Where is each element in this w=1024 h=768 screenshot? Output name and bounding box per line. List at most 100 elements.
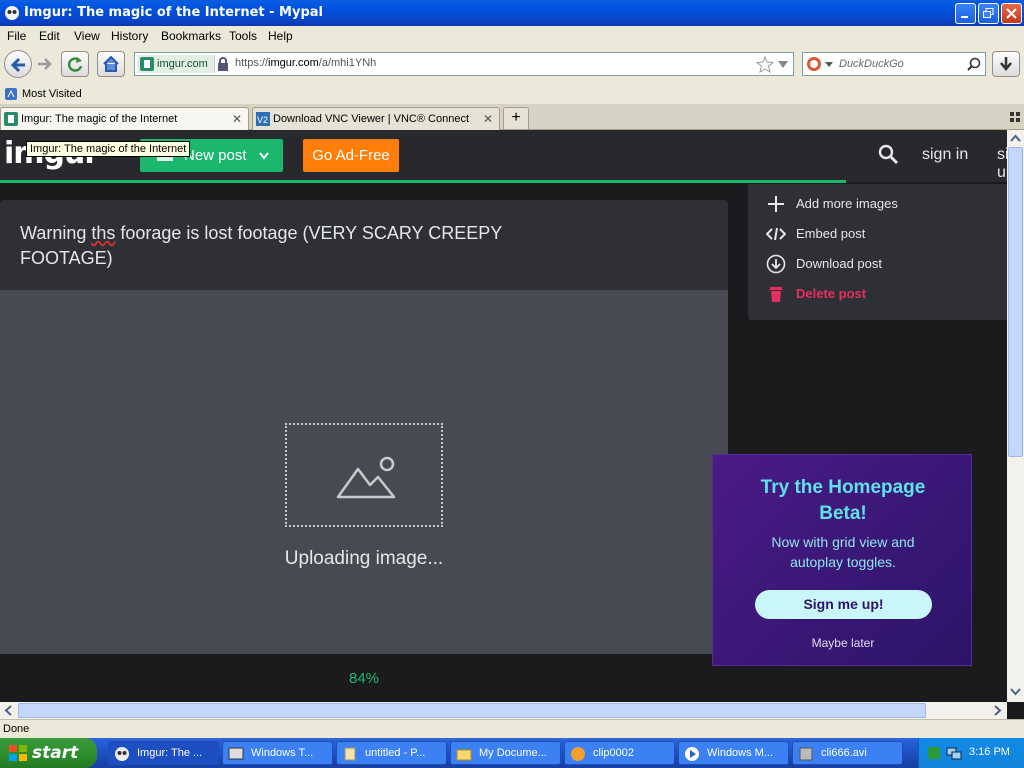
plus-icon	[768, 196, 784, 212]
mypal-icon	[115, 747, 129, 761]
menu-help[interactable]: Help	[268, 29, 293, 43]
horizontal-scroll-thumb[interactable]	[18, 703, 926, 718]
svg-text:V2: V2	[257, 115, 268, 125]
home-button[interactable]	[97, 51, 125, 77]
status-text: Done	[3, 723, 30, 735]
windows-taskbar: start Imgur: The ... Windows T... untitl…	[0, 738, 1024, 768]
video-file-icon	[799, 747, 813, 761]
taskbar-item-imgur[interactable]: Imgur: The ...	[108, 741, 219, 765]
history-dropdown-icon[interactable]	[778, 61, 788, 69]
forward-arrow-icon	[38, 58, 52, 70]
sign-me-up-button[interactable]: Sign me up!	[755, 590, 932, 619]
tab-close-icon[interactable]: ✕	[483, 112, 493, 126]
tray-app-icon[interactable]	[927, 746, 941, 760]
media-icon	[571, 747, 585, 761]
new-tab-button[interactable]: +	[503, 107, 529, 130]
vertical-scroll-thumb[interactable]	[1008, 147, 1023, 457]
lock-icon	[218, 57, 228, 71]
forward-button[interactable]	[35, 55, 53, 76]
code-icon	[766, 227, 786, 241]
misspelled-word: ths	[91, 223, 116, 243]
duckduckgo-icon[interactable]	[806, 56, 822, 72]
engine-dropdown-icon[interactable]	[825, 62, 833, 68]
taskbar-item-clip0002[interactable]: clip0002	[564, 741, 675, 765]
page-viewport: imgur New post Go Ad-Free sign in sign u…	[0, 130, 1007, 702]
tab-close-icon[interactable]: ✕	[232, 112, 242, 126]
imgur-favicon-icon	[140, 57, 154, 71]
image-placeholder	[285, 423, 443, 527]
bookmarks-toolbar: Most Visited	[0, 84, 1024, 104]
site-badge-label: imgur.com	[157, 58, 208, 70]
upload-percent: 84%	[348, 670, 380, 687]
menu-bookmarks[interactable]: Bookmarks	[161, 29, 221, 43]
menu-view[interactable]: View	[74, 29, 100, 43]
bookmark-star-icon[interactable]	[756, 56, 774, 73]
post-title[interactable]: Warning ths foorage is lost footage (VER…	[20, 221, 540, 271]
reload-button[interactable]	[61, 51, 89, 77]
downloads-button[interactable]	[992, 51, 1020, 77]
url-bar[interactable]: imgur.com https://imgur.com/a/mhi1YNh	[134, 52, 794, 76]
download-arrow-icon	[1000, 57, 1012, 71]
menu-file[interactable]: File	[7, 29, 26, 43]
minimize-button[interactable]	[955, 3, 976, 24]
menu-tools[interactable]: Tools	[229, 29, 257, 43]
folder-icon	[456, 749, 472, 761]
tab-imgur[interactable]: Imgur: The magic of the Internet ✕	[0, 107, 249, 130]
search-bar[interactable]: DuckDuckGo	[802, 52, 986, 76]
menu-history[interactable]: History	[111, 29, 148, 43]
scroll-down-icon[interactable]	[1010, 688, 1021, 696]
sign-in-link[interactable]: sign in	[922, 146, 968, 164]
tab-label: Imgur: The magic of the Internet	[21, 113, 178, 125]
tab-vnc[interactable]: V2 Download VNC Viewer | VNC® Connect ✕	[252, 107, 500, 130]
sign-up-link[interactable]: sign up	[997, 146, 1007, 182]
start-button[interactable]: start	[0, 738, 97, 768]
vertical-scrollbar[interactable]	[1007, 130, 1024, 702]
most-visited-icon	[5, 88, 17, 100]
task-manager-icon	[228, 747, 244, 760]
homepage-beta-promo: Try the Homepage Beta! Now with grid vie…	[712, 454, 972, 666]
menu-bar: File Edit View History Bookmarks Tools H…	[0, 26, 1024, 46]
close-window-button[interactable]	[1001, 3, 1022, 24]
go-ad-free-button[interactable]: Go Ad-Free	[303, 139, 399, 172]
uploading-status: Uploading image...	[284, 548, 444, 569]
scroll-right-icon[interactable]	[994, 705, 1002, 716]
maybe-later-link[interactable]: Maybe later	[713, 636, 973, 650]
vnc-tab-icon: V2	[256, 112, 270, 126]
imgur-header: imgur New post Go Ad-Free sign in sign u…	[0, 130, 1007, 183]
restore-button[interactable]	[978, 3, 999, 24]
bookmark-most-visited[interactable]: Most Visited	[22, 88, 82, 100]
search-placeholder: DuckDuckGo	[839, 58, 904, 70]
site-identity-badge[interactable]: imgur.com	[137, 55, 215, 73]
minimize-icon	[961, 16, 968, 18]
scroll-up-icon[interactable]	[1010, 134, 1021, 142]
search-icon[interactable]	[967, 57, 981, 71]
image-icon	[336, 456, 396, 499]
upload-progress-bar	[0, 180, 846, 183]
taskbar-item-paint[interactable]: untitled - P...	[336, 741, 447, 765]
reload-icon	[67, 57, 83, 72]
mypal-icon	[5, 6, 19, 20]
tab-list-icon[interactable]	[1010, 112, 1020, 122]
clock: 3:16 PM	[969, 746, 1010, 758]
restore-icon	[983, 8, 994, 18]
taskbar-item-windows-task[interactable]: Windows T...	[222, 741, 333, 765]
windows-logo-icon	[9, 745, 27, 761]
upload-percent-bar: 84%	[0, 654, 728, 702]
taskbar-item-windows-media[interactable]: Windows M...	[678, 741, 789, 765]
network-icon[interactable]	[946, 746, 962, 760]
back-button[interactable]	[4, 50, 32, 78]
horizontal-scrollbar[interactable]	[0, 702, 1007, 719]
back-arrow-icon	[10, 57, 25, 73]
window-title: Imgur: The magic of the Internet - Mypal	[24, 5, 323, 20]
trash-icon	[770, 287, 782, 302]
status-bar: Done	[0, 719, 1024, 738]
taskbar-item-my-documents[interactable]: My Docume...	[450, 741, 561, 765]
search-icon[interactable]	[878, 144, 900, 166]
scroll-left-icon[interactable]	[4, 705, 12, 716]
taskbar-item-cli666[interactable]: cli666.avi	[792, 741, 903, 765]
post-title-card: Warning ths foorage is lost footage (VER…	[0, 200, 728, 290]
menu-edit[interactable]: Edit	[39, 29, 60, 43]
tab-tooltip: Imgur: The magic of the Internet	[26, 141, 191, 157]
imgur-tab-icon	[4, 112, 18, 126]
post-options-menu: Add more images Embed post Download post…	[748, 184, 1007, 320]
